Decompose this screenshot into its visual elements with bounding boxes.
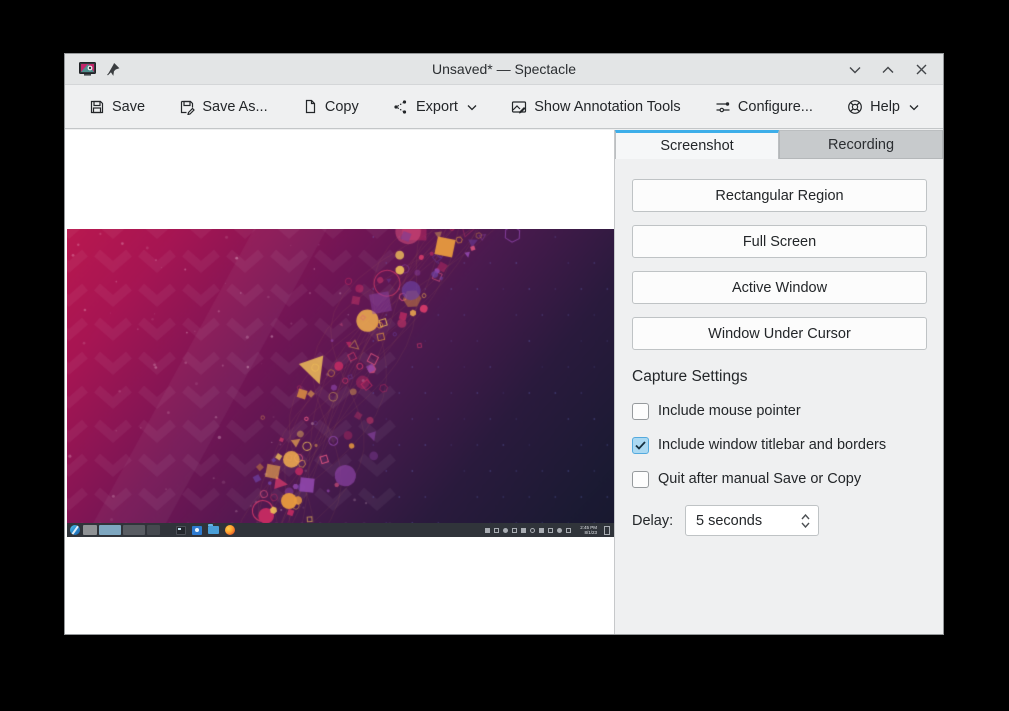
tray-icon [566, 528, 571, 533]
rectangular-region-button[interactable]: Rectangular Region [632, 179, 927, 212]
tab-bar: Screenshot Recording [615, 130, 943, 159]
tab-recording[interactable]: Recording [779, 130, 943, 159]
titlebar: Unsaved* — Spectacle [65, 54, 943, 85]
preview-area: 2:45 PM 8/1/23 [65, 130, 615, 634]
help-button[interactable]: Help [845, 95, 921, 119]
active-window-button[interactable]: Active Window [632, 271, 927, 304]
help-menu-chevron-icon [907, 99, 919, 115]
capture-settings-section: Capture Settings Include mouse pointer I… [615, 350, 943, 536]
checkbox-icon [632, 403, 649, 420]
taskbar-window-button [147, 525, 160, 535]
save-icon [89, 99, 105, 115]
delay-label: Delay: [632, 513, 685, 529]
preview-wallpaper [67, 229, 614, 537]
firefox-icon [225, 525, 235, 535]
capture-panel: Screenshot Recording Rectangular Region … [615, 130, 943, 634]
help-icon [847, 99, 863, 115]
close-button[interactable] [911, 60, 931, 80]
export-label: Export [416, 99, 458, 115]
configure-button[interactable]: Configure... [713, 95, 815, 119]
configure-icon [715, 99, 731, 115]
export-button[interactable]: Export [391, 95, 479, 119]
tab-recording-label: Recording [828, 137, 894, 153]
save-label: Save [112, 99, 145, 115]
file-manager-icon [208, 526, 219, 534]
tab-screenshot[interactable]: Screenshot [615, 130, 779, 159]
copy-button[interactable]: Copy [300, 95, 361, 119]
tray-icon [557, 528, 562, 533]
taskbar-app-icons [176, 525, 235, 535]
capture-settings-heading: Capture Settings [632, 368, 927, 386]
spin-down-icon[interactable] [801, 522, 810, 528]
maximize-button[interactable] [878, 60, 898, 80]
window-under-cursor-button[interactable]: Window Under Cursor [632, 317, 927, 350]
delay-row: Delay: 5 seconds [632, 505, 927, 536]
copy-icon [302, 99, 318, 115]
clock-date: 8/1/23 [580, 530, 597, 535]
save-button[interactable]: Save [87, 95, 147, 119]
checkbox-icon [632, 471, 649, 488]
software-center-icon [192, 526, 202, 535]
show-annotation-tools-label: Show Annotation Tools [534, 99, 680, 115]
copy-label: Copy [325, 99, 359, 115]
capture-mode-buttons: Rectangular Region Full Screen Active Wi… [615, 159, 943, 350]
full-screen-button[interactable]: Full Screen [632, 225, 927, 258]
window-content: 2:45 PM 8/1/23 Screenshot Recording [65, 130, 943, 634]
checkbox-checked-icon [632, 437, 649, 454]
toolbar: Save Save As... Copy Export [65, 85, 943, 129]
show-annotation-tools-button[interactable]: Show Annotation Tools [509, 95, 682, 119]
system-tray: 2:45 PM 8/1/23 [485, 525, 611, 535]
save-as-label: Save As... [202, 99, 267, 115]
include-mouse-pointer-checkbox[interactable]: Include mouse pointer [632, 402, 927, 420]
launcher-icon [70, 525, 80, 535]
window-title: Unsaved* — Spectacle [65, 61, 943, 77]
window-controls [845, 54, 931, 85]
show-desktop-icon [604, 526, 610, 535]
save-as-icon [179, 99, 195, 115]
taskbar-clock: 2:45 PM 8/1/23 [580, 525, 597, 535]
taskbar-window-button-active [99, 525, 121, 535]
preview-taskbar: 2:45 PM 8/1/23 [67, 523, 614, 537]
quit-after-save-checkbox[interactable]: Quit after manual Save or Copy [632, 470, 927, 488]
save-as-button[interactable]: Save As... [177, 95, 269, 119]
taskbar-window-button [83, 525, 97, 535]
configure-label: Configure... [738, 99, 813, 115]
quit-after-save-label: Quit after manual Save or Copy [658, 471, 861, 487]
spectacle-window: Unsaved* — Spectacle Save Sav [64, 53, 944, 635]
delay-spinbox[interactable]: 5 seconds [685, 505, 819, 536]
tray-icon [494, 528, 499, 533]
screenshot-preview: 2:45 PM 8/1/23 [67, 229, 614, 537]
tray-icon [503, 528, 508, 533]
export-menu-chevron-icon [465, 99, 477, 115]
tab-screenshot-label: Screenshot [660, 138, 733, 154]
tray-icon [521, 528, 526, 533]
tray-icon [512, 528, 517, 533]
include-titlebar-checkbox[interactable]: Include window titlebar and borders [632, 436, 927, 454]
help-label: Help [870, 99, 900, 115]
tray-icon [485, 528, 490, 533]
minimize-button[interactable] [845, 60, 865, 80]
terminal-icon [176, 526, 186, 535]
tray-icon [539, 528, 544, 533]
export-share-icon [393, 99, 409, 115]
include-mouse-pointer-label: Include mouse pointer [658, 403, 801, 419]
delay-value: 5 seconds [696, 513, 801, 529]
annotation-icon [511, 99, 527, 115]
tray-icon [548, 528, 553, 533]
taskbar-window-button [123, 525, 145, 535]
spin-up-icon[interactable] [801, 514, 810, 520]
spinbox-arrows [801, 514, 810, 528]
tray-icon [530, 528, 535, 533]
include-titlebar-label: Include window titlebar and borders [658, 437, 886, 453]
